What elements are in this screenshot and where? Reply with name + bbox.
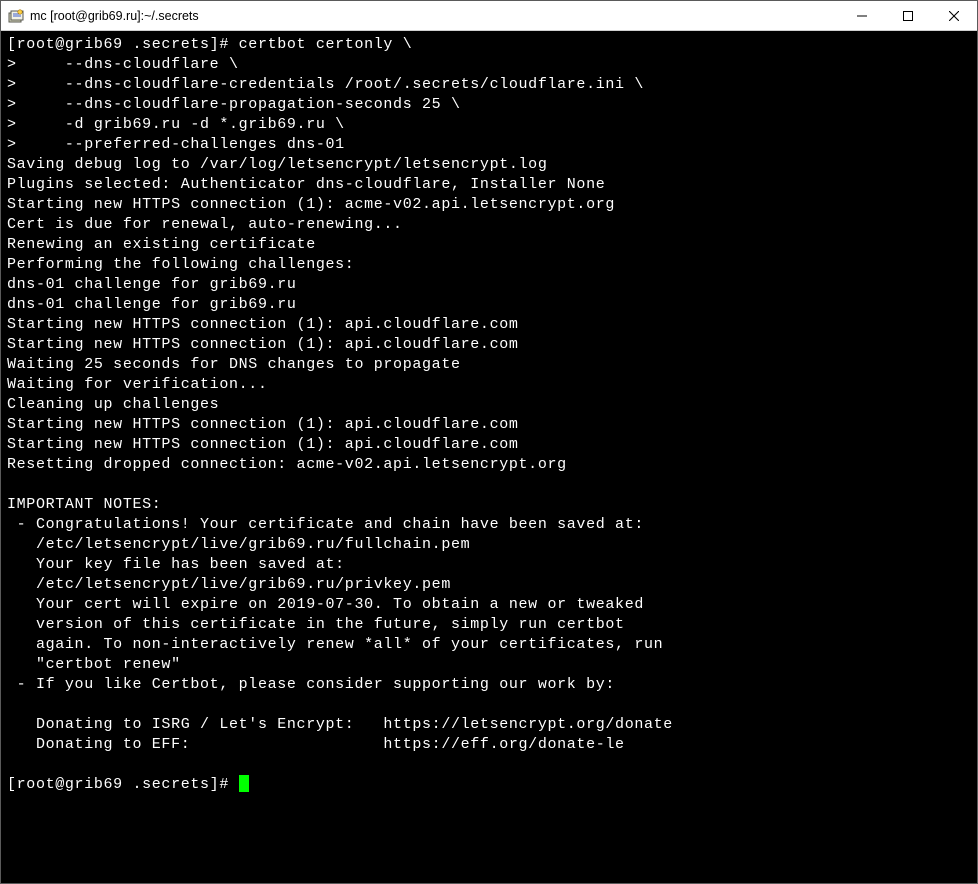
terminal-prompt[interactable]: [root@grib69 .secrets]# [7,775,971,795]
terminal-line [7,695,971,715]
terminal-line: IMPORTANT NOTES: [7,495,971,515]
terminal-line: [root@grib69 .secrets]# certbot certonly… [7,35,971,55]
maximize-button[interactable] [885,1,931,30]
terminal-line: Donating to EFF: https://eff.org/donate-… [7,735,971,755]
terminal-line: Starting new HTTPS connection (1): api.c… [7,335,971,355]
terminal-line: again. To non-interactively renew *all* … [7,635,971,655]
terminal-line: dns-01 challenge for grib69.ru [7,275,971,295]
terminal-line: Resetting dropped connection: acme-v02.a… [7,455,971,475]
terminal-line: Cert is due for renewal, auto-renewing..… [7,215,971,235]
minimize-button[interactable] [839,1,885,30]
terminal-line: /etc/letsencrypt/live/grib69.ru/privkey.… [7,575,971,595]
terminal-line: /etc/letsencrypt/live/grib69.ru/fullchai… [7,535,971,555]
maximize-icon [903,11,913,21]
terminal-line: Plugins selected: Authenticator dns-clou… [7,175,971,195]
app-window: mc [root@grib69.ru]:~/.secrets [root@gri… [0,0,978,884]
terminal-line: - Congratulations! Your certificate and … [7,515,971,535]
terminal-line: > --dns-cloudflare \ [7,55,971,75]
terminal-line [7,755,971,775]
terminal-line: - If you like Certbot, please consider s… [7,675,971,695]
titlebar[interactable]: mc [root@grib69.ru]:~/.secrets [1,1,977,31]
minimize-icon [857,11,867,21]
terminal-line: Waiting 25 seconds for DNS changes to pr… [7,355,971,375]
close-icon [949,11,959,21]
terminal-line: > --dns-cloudflare-propagation-seconds 2… [7,95,971,115]
terminal-line: dns-01 challenge for grib69.ru [7,295,971,315]
window-title: mc [root@grib69.ru]:~/.secrets [30,9,839,23]
app-icon [8,8,24,24]
terminal-line: Starting new HTTPS connection (1): api.c… [7,415,971,435]
terminal-line: Donating to ISRG / Let's Encrypt: https:… [7,715,971,735]
terminal-area[interactable]: [root@grib69 .secrets]# certbot certonly… [1,31,977,883]
terminal-line: Renewing an existing certificate [7,235,971,255]
terminal-line: "certbot renew" [7,655,971,675]
terminal-line: Cleaning up challenges [7,395,971,415]
terminal-line: Your key file has been saved at: [7,555,971,575]
terminal-line: > --preferred-challenges dns-01 [7,135,971,155]
terminal-line [7,475,971,495]
terminal-line: Starting new HTTPS connection (1): acme-… [7,195,971,215]
terminal-line: Starting new HTTPS connection (1): api.c… [7,435,971,455]
terminal-cursor [239,775,249,792]
terminal-line: Waiting for verification... [7,375,971,395]
terminal-line: > -d grib69.ru -d *.grib69.ru \ [7,115,971,135]
window-controls [839,1,977,30]
close-button[interactable] [931,1,977,30]
terminal-line: > --dns-cloudflare-credentials /root/.se… [7,75,971,95]
terminal-line: Performing the following challenges: [7,255,971,275]
prompt-text: [root@grib69 .secrets]# [7,776,239,793]
terminal-line: Starting new HTTPS connection (1): api.c… [7,315,971,335]
terminal-line: version of this certificate in the futur… [7,615,971,635]
terminal-line: Your cert will expire on 2019-07-30. To … [7,595,971,615]
terminal-line: Saving debug log to /var/log/letsencrypt… [7,155,971,175]
